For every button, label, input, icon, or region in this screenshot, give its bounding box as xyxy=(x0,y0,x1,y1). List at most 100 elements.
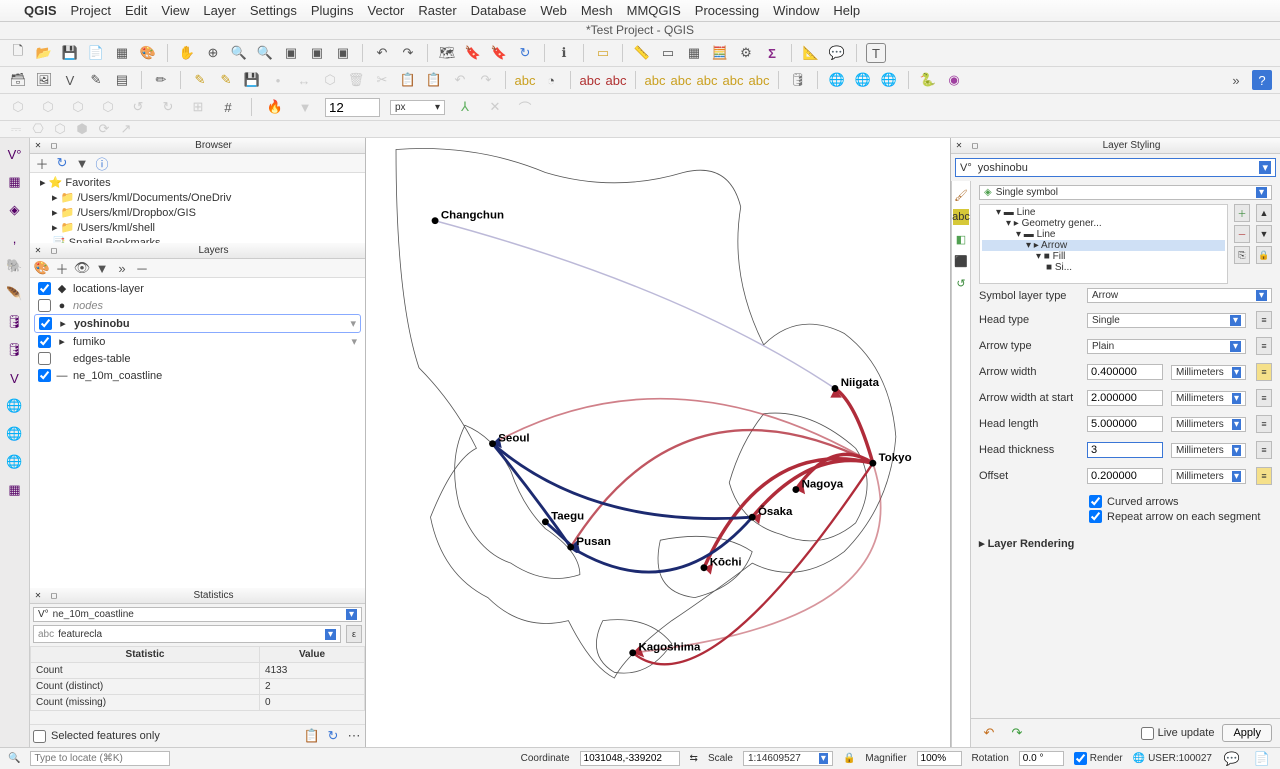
styling-detach-icon[interactable]: ◻ xyxy=(969,140,981,152)
fontsize-input[interactable] xyxy=(325,98,380,117)
snap4-icon[interactable]: ⬡ xyxy=(98,97,118,117)
head-length-input[interactable] xyxy=(1087,416,1163,432)
virtual-icon[interactable]: V xyxy=(5,368,25,388)
locator-input[interactable] xyxy=(30,751,170,766)
add-layer-icon[interactable]: ＋ xyxy=(35,156,49,170)
layer-row[interactable]: ▸fumiko▾ xyxy=(34,333,361,350)
history-tab-icon[interactable]: ↺ xyxy=(953,275,969,291)
menu-database[interactable]: Database xyxy=(471,3,527,18)
layers-detach-icon[interactable]: ◻ xyxy=(48,245,60,257)
unit-dropdown[interactable]: px▾ xyxy=(390,100,445,115)
lock-button[interactable]: 🔒 xyxy=(1256,246,1272,264)
xyz-icon[interactable]: ▦ xyxy=(5,480,25,500)
arrow-width-start-dd-button[interactable]: ≡ xyxy=(1256,389,1272,407)
wms-icon[interactable]: 🌐 xyxy=(5,396,25,416)
abc1-icon[interactable]: abc xyxy=(580,70,600,90)
globe2-icon[interactable]: 🌐 xyxy=(853,70,873,90)
arrow-width-unit[interactable]: Millimeters▾ xyxy=(1171,365,1246,380)
masks-tab-icon[interactable]: ◧ xyxy=(953,231,969,247)
t4f-icon[interactable]: ↗ xyxy=(118,122,134,136)
menu-web[interactable]: Web xyxy=(540,3,567,18)
head-type-dd-button[interactable]: ≡ xyxy=(1256,311,1272,329)
head-thickness-input[interactable] xyxy=(1087,442,1163,458)
label-icon[interactable]: abc xyxy=(515,70,535,90)
snap2-icon[interactable]: ⬡ xyxy=(38,97,58,117)
new-project-icon[interactable]: 🗋 xyxy=(8,43,28,63)
zoom-full-icon[interactable]: ▣ xyxy=(281,43,301,63)
styling-layer-select[interactable]: V°yoshinobu▾ xyxy=(955,158,1276,177)
arrow-width-start-input[interactable] xyxy=(1087,390,1163,406)
add-raster-icon[interactable]: 🖼 xyxy=(34,70,54,90)
head-length-dd-button[interactable]: ≡ xyxy=(1256,415,1272,433)
x-icon[interactable]: ✕ xyxy=(485,97,505,117)
offset-input[interactable] xyxy=(1087,468,1163,484)
add-symbollayer-button[interactable]: ＋ xyxy=(1234,204,1250,222)
menu-edit[interactable]: Edit xyxy=(125,3,147,18)
undo-icon[interactable]: ↶ xyxy=(450,70,470,90)
collapse-browser-icon[interactable]: ⓘ xyxy=(95,156,109,170)
zoom-in-icon[interactable]: 🔍 xyxy=(229,43,249,63)
log-icon[interactable]: 📄 xyxy=(1252,749,1272,769)
pan-icon[interactable]: ✋ xyxy=(177,43,197,63)
oracle-icon[interactable]: 🛢 xyxy=(5,340,25,360)
save-icon[interactable]: 💾 xyxy=(60,43,80,63)
bookmarks-icon[interactable]: 🔖 xyxy=(489,43,509,63)
new-bookmark-icon[interactable]: 🔖 xyxy=(463,43,483,63)
zoom-layer-icon[interactable]: ▣ xyxy=(333,43,353,63)
delete-feature-icon[interactable]: 🗑 xyxy=(346,70,366,90)
crs-button[interactable]: 🌐USER:100027 xyxy=(1133,753,1212,764)
curved-arrows-checkbox[interactable]: Curved arrows xyxy=(1089,495,1280,508)
3d-tab-icon[interactable]: ⬛ xyxy=(953,253,969,269)
menu-mmqgis[interactable]: MMQGIS xyxy=(627,3,681,18)
t4c-icon[interactable]: ⬡ xyxy=(52,122,68,136)
add-feature-icon[interactable]: • xyxy=(268,70,288,90)
diagram-icon[interactable]: ◔ xyxy=(541,70,561,90)
snap7-icon[interactable]: ⊞ xyxy=(188,97,208,117)
deselect-icon[interactable]: ▭ xyxy=(658,43,678,63)
cut-icon[interactable]: ✂ xyxy=(372,70,392,90)
ruler-icon[interactable]: 📐 xyxy=(801,43,821,63)
node-tool-icon[interactable]: ⬡ xyxy=(320,70,340,90)
database-icon[interactable]: 🛢 xyxy=(788,70,808,90)
layers-remove-icon[interactable]: － xyxy=(135,261,149,275)
layers-tree[interactable]: ◆locations-layer●nodes▸yoshinobu▾▸fumiko… xyxy=(30,278,365,588)
stats-refresh-icon[interactable]: ↻ xyxy=(325,728,341,744)
abc6-icon[interactable]: abc xyxy=(723,70,743,90)
offset-dd-button[interactable]: ≡ xyxy=(1256,467,1272,485)
symbol-layer-type-select[interactable]: Arrow▾ xyxy=(1087,288,1272,303)
head-length-unit[interactable]: Millimeters▾ xyxy=(1171,417,1246,432)
layers-add-group-icon[interactable]: ＋ xyxy=(55,261,69,275)
fire-icon[interactable]: 🔥 xyxy=(265,97,285,117)
head-thickness-unit[interactable]: Millimeters▾ xyxy=(1171,443,1246,458)
symbol-tree[interactable]: ▾ ▬ Line ▾ ▸ Geometry gener... ▾ ▬ Line … xyxy=(979,204,1228,284)
filter-browser-icon[interactable]: ▼ xyxy=(75,156,89,170)
t4a-icon[interactable]: ⎓ xyxy=(8,122,24,136)
wcs-icon[interactable]: 🌐 xyxy=(5,424,25,444)
snap1-icon[interactable]: ⬡ xyxy=(8,97,28,117)
dup-symbollayer-button[interactable]: ⎘ xyxy=(1234,246,1250,264)
coord-input[interactable] xyxy=(580,751,680,766)
python-icon[interactable]: 🐍 xyxy=(918,70,938,90)
copy-icon[interactable]: 📋 xyxy=(398,70,418,90)
refresh-icon[interactable]: ↻ xyxy=(515,43,535,63)
live-update-checkbox[interactable]: Live update xyxy=(1141,727,1215,740)
moveup-button[interactable]: ▲ xyxy=(1256,204,1272,222)
pan-selection-icon[interactable]: ⊕ xyxy=(203,43,223,63)
layers-visibility-icon[interactable]: 👁 xyxy=(75,261,89,275)
head-type-select[interactable]: Single▾ xyxy=(1087,313,1246,328)
snap5-icon[interactable]: ↺ xyxy=(128,97,148,117)
open-icon[interactable]: 📂 xyxy=(34,43,54,63)
paste-icon[interactable]: 📋 xyxy=(424,70,444,90)
magnifier-input[interactable] xyxy=(917,751,962,766)
head-thickness-dd-button[interactable]: ≡ xyxy=(1256,441,1272,459)
stats-expr-button[interactable]: ε xyxy=(346,625,362,643)
globe1-icon[interactable]: 🌐 xyxy=(827,70,847,90)
menu-raster[interactable]: Raster xyxy=(418,3,456,18)
snap3-icon[interactable]: ⬡ xyxy=(68,97,88,117)
attr-table-icon[interactable]: ▦ xyxy=(684,43,704,63)
labels-tab-icon[interactable]: abc xyxy=(953,209,969,225)
axis-icon[interactable]: ⅄ xyxy=(455,97,475,117)
menu-project[interactable]: Project xyxy=(71,3,111,18)
identify-icon[interactable]: ℹ xyxy=(554,43,574,63)
scale-select[interactable]: 1:14609527▾ xyxy=(743,751,833,766)
